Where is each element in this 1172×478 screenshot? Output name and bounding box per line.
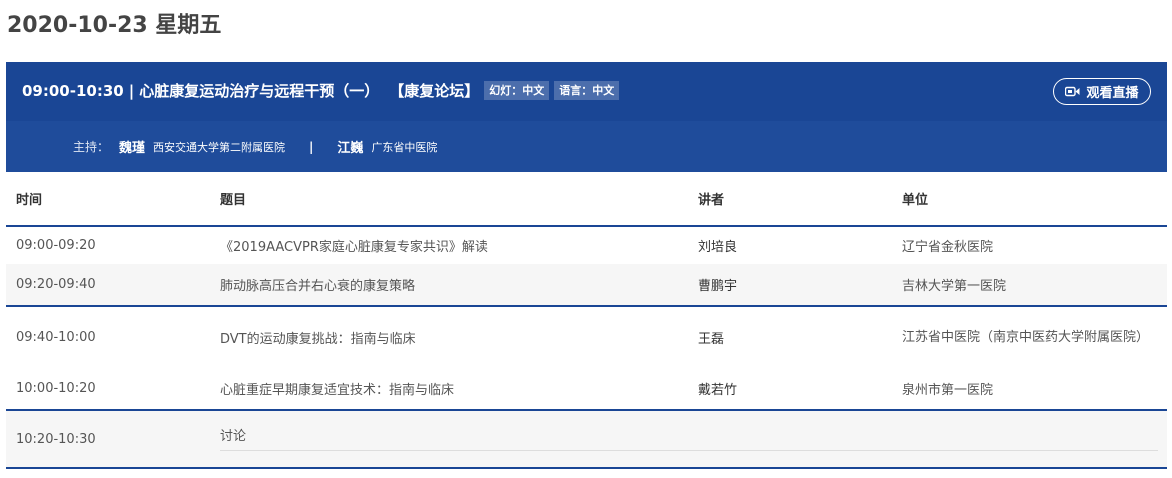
session-card: 09:00-10:30 | 心脏康复运动治疗与远程干预（一） 【康复论坛】 幻灯… [6, 62, 1167, 172]
talk-speaker[interactable]: 王磊 [688, 305, 892, 368]
session-header: 09:00-10:30 | 心脏康复运动治疗与远程干预（一） 【康复论坛】 幻灯… [6, 62, 1167, 121]
session-name: 心脏康复运动治疗与远程干预（一） [139, 82, 380, 100]
table-header-row: 时间 题目 讲者 单位 [6, 172, 1167, 227]
host-name[interactable]: 江巍 [337, 137, 363, 156]
session-forum: 【康复论坛】 [389, 82, 480, 100]
talk-time: 10:20-10:30 [6, 409, 210, 469]
talk-time: 09:40-10:00 [6, 305, 210, 368]
column-header-time: 时间 [6, 172, 210, 227]
table-row: 10:20-10:30 讨论 [6, 409, 1167, 469]
table-row: 09:20-09:40 肺动脉高压合并右心衰的康复策略 曹鹏宇 吉林大学第一医院 [6, 264, 1167, 306]
talk-time: 09:20-09:40 [6, 264, 210, 306]
talk-topic: 讨论 [220, 425, 1158, 451]
host-org: 广东省中医院 [371, 140, 438, 154]
table-row: 09:40-10:00 DVT的运动康复挑战：指南与临床 王磊 江苏省中医院（南… [6, 305, 1167, 368]
talk-unit-cell: 江苏省中医院（南京中医药大学附属医院） [892, 305, 1167, 368]
column-header-unit: 单位 [892, 172, 1167, 227]
watch-live-label: 观看直播 [1086, 86, 1139, 101]
talk-time: 10:00-10:20 [16, 381, 96, 396]
column-header-speaker: 讲者 [688, 172, 892, 227]
talk-speaker[interactable]: 曹鹏宇 [688, 264, 892, 306]
talk-unit: 江苏省中医院（南京中医药大学附属医院） [902, 329, 1150, 345]
table-row: 09:00-09:20 《2019AACVPR家庭心脏康复专家共识》解读 刘培良… [6, 226, 1167, 264]
host-name[interactable]: 魏瑾 [119, 137, 145, 156]
session-title: 09:00-10:30 | 心脏康复运动治疗与远程干预（一） 【康复论坛】 幻灯… [22, 80, 620, 101]
video-camera-icon [1065, 86, 1080, 97]
talk-topic: 肺动脉高压合并右心衰的康复策略 [210, 264, 688, 306]
talk-time: 09:00-09:20 [16, 238, 96, 253]
talk-speaker[interactable]: 戴若竹 [688, 368, 892, 410]
talk-topic: DVT的运动康复挑战：指南与临床 [210, 305, 688, 368]
talk-topic: 心脏重症早期康复适宜技术：指南与临床 [220, 383, 455, 398]
watch-live-button[interactable]: 观看直播 [1053, 78, 1151, 105]
schedule-table: 时间 题目 讲者 单位 09:00-09:20 《2019AACVPR家庭心脏康… [6, 172, 1167, 469]
talk-topic: 《2019AACVPR家庭心脏康复专家共识》解读 [220, 240, 488, 255]
hosts-list: 主持： 魏瑾 西安交通大学第二附属医院 | 江巍 广东省中医院 [73, 137, 438, 157]
table-row: 10:00-10:20 心脏重症早期康复适宜技术：指南与临床 戴若竹 泉州市第一… [6, 368, 1167, 410]
column-header-topic: 题目 [210, 172, 688, 227]
speech-language-tag: 语言：中文 [554, 81, 620, 100]
slides-language-tag: 幻灯：中文 [484, 81, 550, 100]
talk-unit: 泉州市第一医院 [902, 383, 994, 398]
hosts-separator: | [309, 139, 314, 154]
session-hosts-bar: 主持： 魏瑾 西安交通大学第二附属医院 | 江巍 广东省中医院 [6, 121, 1167, 172]
page-date-title: 2020-10-23 星期五 [7, 13, 222, 38]
discussion-cell: 讨论 [210, 409, 1167, 469]
title-separator: | [128, 81, 135, 100]
talk-speaker[interactable]: 刘培良 [688, 226, 892, 264]
talk-unit: 吉林大学第一医院 [892, 264, 1167, 306]
hosts-label: 主持： [73, 140, 110, 154]
session-time: 09:00-10:30 [22, 81, 124, 100]
talk-unit: 辽宁省金秋医院 [902, 240, 994, 255]
host-org: 西安交通大学第二附属医院 [153, 140, 286, 154]
